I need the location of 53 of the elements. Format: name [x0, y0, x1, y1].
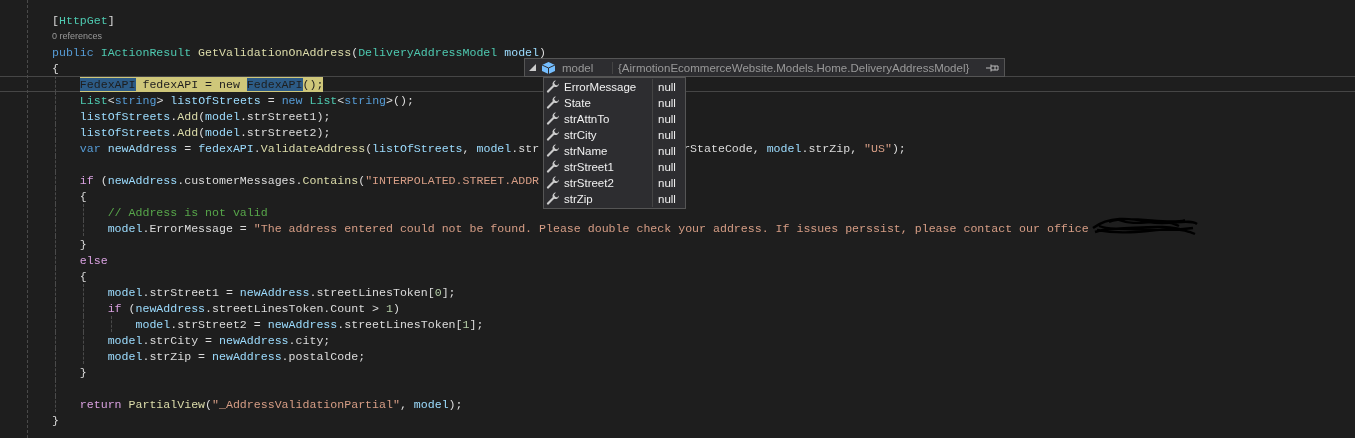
- member-value: null: [657, 129, 676, 141]
- code-line: {: [79, 268, 87, 284]
- code-line: listOfStreets.Add(model.strStreet2);: [79, 124, 331, 140]
- member-name: strStreet2: [564, 175, 653, 191]
- expand-triangle-icon[interactable]: [529, 64, 536, 71]
- variable-value: {AirmotionEcommerceWebsite.Models.Home.DeliveryAddressModel}: [618, 61, 971, 74]
- code-line: model.strStreet2 = newAddress.streetLinesToken[1];: [135, 316, 484, 332]
- wrench-icon: [546, 96, 560, 110]
- member-name: strStreet1: [564, 159, 653, 175]
- member-value: null: [657, 145, 676, 157]
- wrench-icon: [546, 176, 560, 190]
- wrench-icon: [546, 160, 560, 174]
- member-name: strZip: [564, 191, 653, 207]
- wrench-icon: [546, 112, 560, 126]
- code-line: return PartialView("_AddressValidationPartial", model);: [79, 396, 463, 412]
- member-name: strName: [564, 143, 653, 159]
- wrench-icon: [546, 128, 560, 142]
- code-line: }: [79, 236, 87, 252]
- code-line: [HttpGet]: [52, 12, 115, 28]
- code-line: {: [79, 188, 87, 204]
- member-name: State: [564, 95, 653, 111]
- variable-name: model: [562, 61, 613, 74]
- member-value: null: [657, 177, 676, 189]
- code-line: model.strCity = newAddress.city;: [107, 332, 331, 348]
- references-label[interactable]: 0 references: [52, 30, 103, 42]
- member-name: ErrorMessage: [564, 79, 653, 95]
- member-value: null: [657, 81, 676, 93]
- code-line: rStateCode, model.strZip, "US");: [683, 140, 906, 156]
- code-line: {: [52, 60, 59, 76]
- code-line: model.strStreet1 = newAddress.streetLinesToken[0];: [107, 284, 456, 300]
- code-line: if (newAddress.streetLinesToken.Count > 1): [107, 300, 400, 316]
- code-line: List<string> listOfStreets = new List<string>();: [79, 92, 414, 108]
- wrench-icon: [546, 80, 560, 94]
- wrench-icon: [546, 144, 560, 158]
- pin-icon[interactable]: [986, 63, 1000, 72]
- member-value: null: [657, 113, 676, 125]
- code-line: else: [79, 252, 108, 268]
- code-line: model.ErrorMessage = "The address entered could not be found. Please double check your address. If issues perssist, please contact our office: [107, 220, 1089, 236]
- cube-icon: [542, 61, 555, 74]
- code-line: public IActionResult GetValidationOnAddress(DeliveryAddressModel model): [52, 44, 546, 60]
- code-line: listOfStreets.Add(model.strStreet1);: [79, 108, 331, 124]
- code-line: }: [79, 364, 87, 380]
- code-line: var newAddress = fedexAPI.ValidateAddress(listOfStreets, model.str: [79, 140, 540, 156]
- member-value: null: [657, 97, 676, 109]
- code-line: }: [52, 412, 59, 428]
- wrench-icon: [546, 192, 560, 206]
- member-value: null: [657, 193, 676, 205]
- member-name: strCity: [564, 127, 653, 143]
- code-line: model.strZip = newAddress.postalCode;: [107, 348, 366, 364]
- member-value: null: [657, 161, 676, 173]
- code-line: // Address is not valid: [107, 204, 268, 220]
- member-name: strAttnTo: [564, 111, 653, 127]
- code-line: if (newAddress.customerMessages.Contains("INTERPOLATED.STREET.ADDR: [79, 172, 540, 188]
